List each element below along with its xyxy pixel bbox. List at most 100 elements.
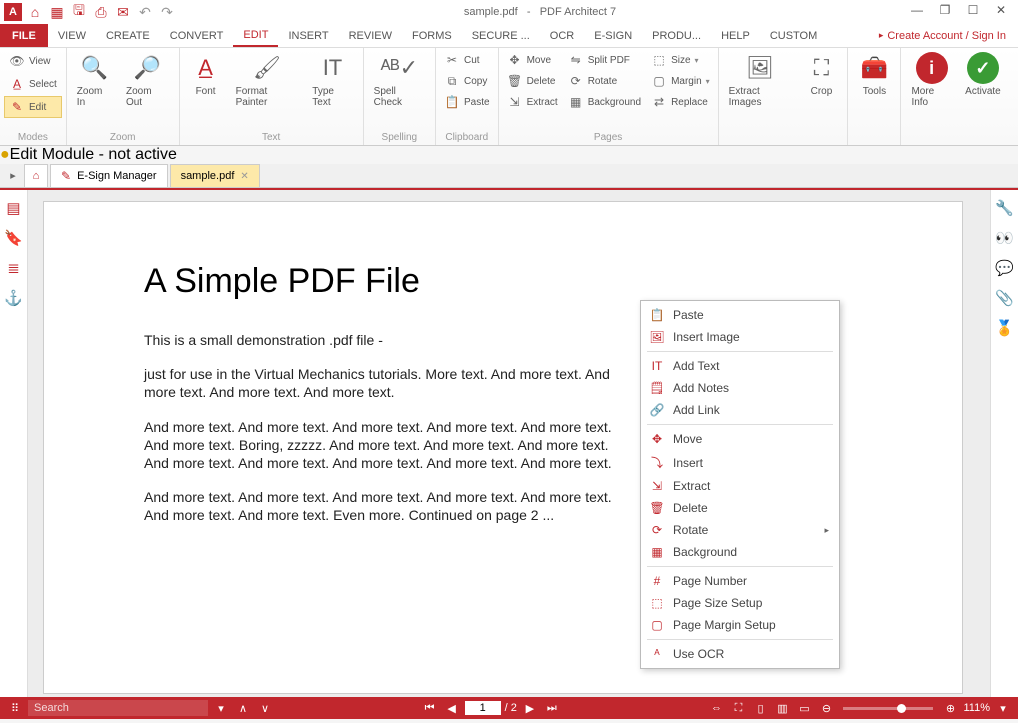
move-page-button[interactable]: ✥Move [503, 50, 562, 70]
tab-edit[interactable]: EDIT [233, 24, 278, 47]
copy-button[interactable]: ⧉Copy [440, 71, 494, 91]
ctx-rotate[interactable]: ⟳Rotate▸ [641, 519, 839, 541]
mail-icon[interactable]: ✉ [114, 3, 132, 21]
award-icon[interactable]: 🏅 [995, 318, 1015, 338]
ctx-background[interactable]: ▦Background [641, 541, 839, 563]
split-pdf-button[interactable]: ⇋Split PDF [564, 50, 645, 70]
fit-page-icon[interactable]: ⛶ [729, 702, 747, 715]
more-info-button[interactable]: iMore Info [905, 50, 957, 110]
zoom-dropdown-icon[interactable]: ▾ [994, 702, 1012, 715]
ctx-extract[interactable]: ⇲Extract [641, 475, 839, 497]
page-number-input[interactable] [465, 701, 501, 715]
tab-home-icon[interactable]: ⌂ [24, 164, 48, 187]
font-button[interactable]: A̲Font [184, 50, 228, 99]
tab-esign[interactable]: E-SIGN [584, 24, 642, 47]
file-menu[interactable]: FILE [0, 24, 48, 47]
close-tab-icon[interactable]: ✕ [240, 171, 248, 182]
facing-icon[interactable]: ▭ [795, 702, 813, 715]
bookmarks-icon[interactable]: 🔖 [4, 228, 24, 248]
single-page-icon[interactable]: ▯ [751, 702, 769, 715]
format-painter-button[interactable]: 🖌Format Painter [230, 50, 305, 110]
zoom-in-status-icon[interactable]: ⊕ [941, 702, 959, 715]
tab-create[interactable]: CREATE [96, 24, 160, 47]
ctx-add-text[interactable]: ΙTAdd Text [641, 355, 839, 377]
binoculars-icon[interactable]: 👀 [995, 228, 1015, 248]
zoom-slider[interactable] [843, 707, 933, 710]
prev-page-icon[interactable]: ◀ [443, 702, 461, 715]
print-icon[interactable]: ⎙ [92, 3, 110, 21]
maximize-icon[interactable]: ☐ [960, 3, 986, 21]
spell-check-button[interactable]: ᴬᴮ✓Spell Check [368, 50, 431, 110]
thumbnails-icon[interactable]: ▤ [4, 198, 24, 218]
mode-select[interactable]: A̲Select [4, 73, 62, 95]
ctx-page-size[interactable]: ⬚Page Size Setup [641, 592, 839, 614]
ctx-move[interactable]: ✥Move [641, 428, 839, 450]
delete-page-button[interactable]: 🗑Delete [503, 71, 562, 91]
ctx-page-number[interactable]: #Page Number [641, 570, 839, 592]
minimize-icon[interactable]: — [904, 3, 930, 21]
home-icon[interactable]: ⌂ [26, 3, 44, 21]
next-page-icon[interactable]: ▶ [521, 702, 539, 715]
search-next-icon[interactable]: ∨ [256, 702, 274, 715]
attachment-icon[interactable]: 📎 [995, 288, 1015, 308]
zoom-out-button[interactable]: 🔎Zoom Out [120, 50, 175, 110]
document-canvas[interactable]: A Simple PDF File This is a small demons… [28, 190, 990, 697]
continuous-icon[interactable]: ▥ [773, 702, 791, 715]
ctx-add-link[interactable]: 🔗Add Link [641, 399, 839, 421]
paste-button[interactable]: 📋Paste [440, 92, 494, 112]
replace-button[interactable]: ⇄Replace [647, 92, 714, 112]
ctx-page-margin[interactable]: ▢Page Margin Setup [641, 614, 839, 636]
crop-button[interactable]: ⛶Crop [799, 50, 843, 99]
new-icon[interactable]: ▦ [48, 3, 66, 21]
save-icon[interactable]: 🖫 [70, 3, 88, 21]
last-page-icon[interactable]: ⏭ [543, 702, 561, 715]
search-dropdown-icon[interactable]: ▾ [212, 702, 230, 715]
search-input[interactable] [28, 700, 208, 716]
tab-ocr[interactable]: OCR [540, 24, 584, 47]
background-button[interactable]: ▦Background [564, 92, 645, 112]
extract-images-button[interactable]: 🖼Extract Images [723, 50, 798, 110]
ctx-add-notes[interactable]: 🗒Add Notes [641, 377, 839, 399]
mode-view[interactable]: 👁View [4, 50, 62, 72]
close-window-icon[interactable]: ✕ [988, 3, 1014, 21]
ctx-use-ocr[interactable]: ᴬUse OCR [641, 643, 839, 665]
anchor-icon[interactable]: ⚓ [4, 288, 24, 308]
expand-tabs-icon[interactable]: ▸ [4, 164, 22, 187]
tab-forms[interactable]: FORMS [402, 24, 462, 47]
tab-help[interactable]: HELP [711, 24, 760, 47]
tab-custom[interactable]: CUSTOM [760, 24, 827, 47]
comment-icon[interactable]: 💬 [995, 258, 1015, 278]
redo-icon[interactable]: ↷ [158, 3, 176, 21]
ctx-insert[interactable]: ⤵Insert [641, 450, 839, 475]
undo-icon[interactable]: ↶ [136, 3, 154, 21]
restore-icon[interactable]: ❐ [932, 3, 958, 21]
margin-button[interactable]: ▢Margin▾ [647, 71, 714, 91]
extract-page-button[interactable]: ⇲Extract [503, 92, 562, 112]
tab-convert[interactable]: CONVERT [160, 24, 234, 47]
type-text-button[interactable]: ΙTType Text [306, 50, 358, 110]
size-button[interactable]: ⬚Size▾ [647, 50, 714, 70]
fit-width-icon[interactable]: ⇔ [707, 702, 725, 714]
tab-insert[interactable]: INSERT [278, 24, 338, 47]
wrench-icon[interactable]: 🔧 [995, 198, 1015, 218]
account-link[interactable]: Create Account / Sign In [867, 24, 1018, 47]
tools-button[interactable]: 🧰Tools [852, 50, 896, 99]
zoom-in-button[interactable]: 🔍Zoom In [71, 50, 118, 110]
cut-button[interactable]: ✂Cut [440, 50, 494, 70]
ctx-delete[interactable]: 🗑Delete [641, 497, 839, 519]
first-page-icon[interactable]: ⏮ [421, 702, 439, 715]
tab-products[interactable]: PRODU... [642, 24, 711, 47]
activate-button[interactable]: ✓Activate [960, 50, 1006, 99]
ctx-insert-image[interactable]: 🖼Insert Image [641, 326, 839, 348]
tab-sample-pdf[interactable]: sample.pdf✕ [170, 164, 260, 187]
mode-edit[interactable]: ✎Edit [4, 96, 62, 118]
tab-secure[interactable]: SECURE ... [462, 24, 540, 47]
tab-esign-manager[interactable]: ✎E-Sign Manager [50, 164, 168, 187]
tab-view[interactable]: VIEW [48, 24, 96, 47]
tab-review[interactable]: REVIEW [339, 24, 402, 47]
search-prev-icon[interactable]: ∧ [234, 702, 252, 715]
layers-icon[interactable]: ≣ [4, 258, 24, 278]
ctx-paste[interactable]: 📋Paste [641, 304, 839, 326]
zoom-out-status-icon[interactable]: ⊖ [817, 702, 835, 715]
rotate-button[interactable]: ⟳Rotate [564, 71, 645, 91]
